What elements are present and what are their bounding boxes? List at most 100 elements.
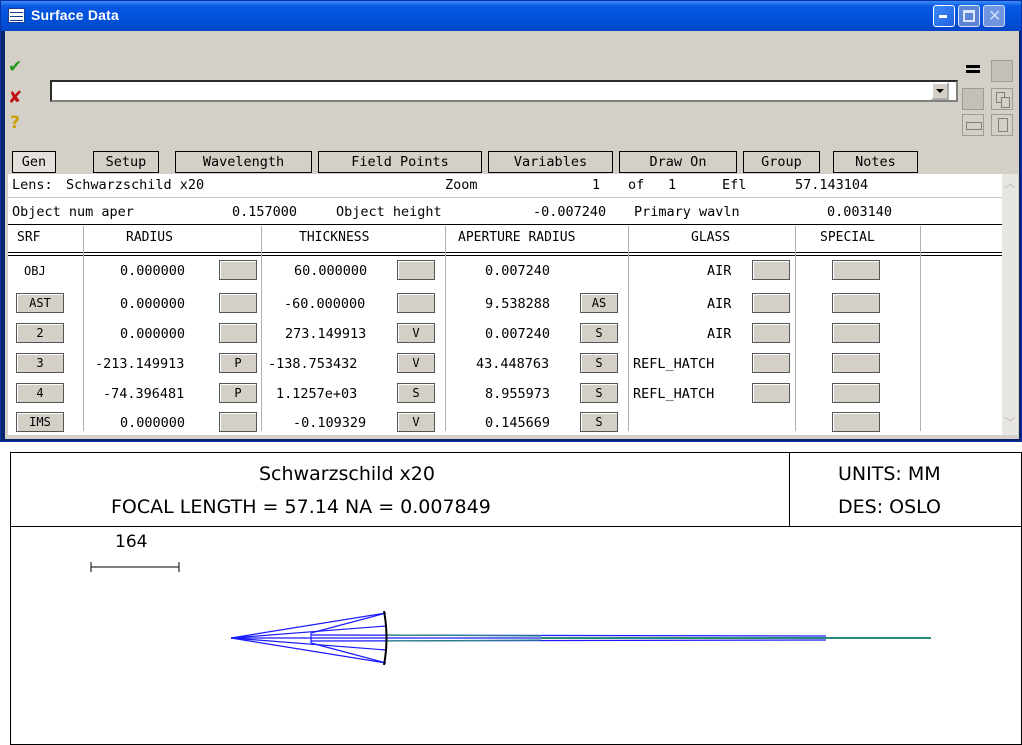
glass-options-button[interactable] bbox=[752, 260, 790, 280]
copy-button[interactable] bbox=[991, 88, 1013, 110]
glass-cell[interactable]: AIR bbox=[707, 325, 731, 343]
thickness-cell[interactable]: -60.000000 bbox=[284, 295, 365, 313]
radius-cell[interactable]: 0.000000 bbox=[120, 414, 185, 432]
thickness-solve-button[interactable]: V bbox=[397, 323, 435, 343]
thickness-solve-button[interactable]: V bbox=[397, 353, 435, 373]
aperture-cell[interactable]: 43.448763 bbox=[476, 355, 549, 373]
tab-setup[interactable]: Setup bbox=[93, 151, 159, 173]
drawing-title: Schwarzschild x20 bbox=[259, 463, 435, 485]
insert-line-button[interactable] bbox=[962, 60, 984, 82]
tab-variables[interactable]: Variables bbox=[488, 151, 613, 173]
zoom-value[interactable]: 1 bbox=[592, 176, 600, 194]
thickness-cell[interactable]: 1.1257e+03 bbox=[276, 385, 357, 403]
radius-cell[interactable]: -74.396481 bbox=[103, 385, 184, 403]
aperture-cell[interactable]: 0.145669 bbox=[485, 414, 550, 432]
obj-na-value[interactable]: 0.157000 bbox=[232, 203, 297, 221]
aperture-cell[interactable]: 9.538288 bbox=[485, 295, 550, 313]
obj-height-value[interactable]: -0.007240 bbox=[533, 203, 606, 221]
radius-solve-button[interactable] bbox=[219, 323, 257, 343]
tab-gen[interactable]: Gen bbox=[12, 151, 56, 173]
thickness-cell[interactable]: 60.000000 bbox=[294, 262, 367, 280]
drawing-designer: DES: OSLO bbox=[838, 496, 942, 518]
scroll-down-icon[interactable]: ﹀ bbox=[1002, 415, 1018, 431]
thickness-solve-button[interactable]: S bbox=[397, 383, 435, 403]
maximize-button[interactable] bbox=[958, 5, 980, 27]
srf-button-3[interactable]: 3 bbox=[16, 353, 64, 373]
col-sep bbox=[920, 226, 921, 431]
aperture-solve-button[interactable]: S bbox=[580, 353, 618, 373]
radius-solve-button[interactable] bbox=[219, 260, 257, 280]
tab-notes[interactable]: Notes bbox=[833, 151, 918, 173]
srf-button-ast[interactable]: AST bbox=[16, 293, 64, 313]
tab-draw-on[interactable]: Draw On bbox=[619, 151, 737, 173]
special-button[interactable] bbox=[832, 412, 880, 432]
radius-solve-button[interactable]: P bbox=[219, 353, 257, 373]
glass-options-button[interactable] bbox=[752, 353, 790, 373]
tab-field-points[interactable]: Field Points bbox=[318, 151, 482, 173]
aperture-solve-button[interactable]: S bbox=[580, 412, 618, 432]
tool-button-1[interactable] bbox=[991, 60, 1013, 82]
aperture-cell[interactable]: 0.007240 bbox=[485, 262, 550, 280]
srf-button-4[interactable]: 4 bbox=[16, 383, 64, 403]
radius-solve-button[interactable] bbox=[219, 412, 257, 432]
efl-label: Efl bbox=[722, 177, 747, 193]
aperture-solve-button[interactable]: AS bbox=[580, 293, 618, 313]
paste-button[interactable] bbox=[991, 114, 1013, 136]
glass-cell[interactable]: AIR bbox=[707, 262, 731, 280]
aperture-cell[interactable]: 0.007240 bbox=[485, 325, 550, 343]
close-button[interactable]: ✕ bbox=[983, 5, 1005, 27]
thickness-cell[interactable]: -0.109329 bbox=[293, 414, 366, 432]
thickness-solve-button[interactable]: V bbox=[397, 412, 435, 432]
srf-label-obj: OBJ bbox=[24, 264, 46, 278]
aperture-solve-button[interactable]: S bbox=[580, 383, 618, 403]
radius-cell[interactable]: 0.000000 bbox=[120, 295, 185, 313]
col-aperture: APERTURE RADIUS bbox=[458, 230, 576, 245]
special-button[interactable] bbox=[832, 323, 880, 343]
glass-options-button[interactable] bbox=[752, 293, 790, 313]
radius-cell[interactable]: -213.149913 bbox=[95, 355, 184, 373]
col-thickness: THICKNESS bbox=[299, 230, 370, 245]
ray-trace-drawing bbox=[90, 562, 931, 666]
thickness-cell[interactable]: 273.149913 bbox=[285, 325, 366, 343]
help-icon[interactable]: ? bbox=[10, 113, 20, 133]
prim-wavln-value: 0.003140 bbox=[827, 204, 893, 220]
tab-wavelength[interactable]: Wavelength bbox=[175, 151, 312, 173]
thickness-solve-button[interactable] bbox=[397, 260, 435, 280]
special-button[interactable] bbox=[832, 260, 880, 280]
glass-cell[interactable]: AIR bbox=[707, 295, 731, 313]
aperture-cell[interactable]: 8.955973 bbox=[485, 385, 550, 403]
glass-options-button[interactable] bbox=[752, 383, 790, 403]
vertical-scrollbar[interactable]: ︿ ﹀ bbox=[1002, 174, 1018, 435]
keyboard-button[interactable] bbox=[962, 114, 984, 136]
srf-button-2[interactable]: 2 bbox=[16, 323, 64, 343]
thickness-cell[interactable]: -138.753432 bbox=[268, 355, 357, 373]
cancel-icon[interactable]: ✘ bbox=[8, 88, 22, 108]
special-button[interactable] bbox=[832, 353, 880, 373]
tool-button-2[interactable] bbox=[962, 88, 984, 110]
glass-cell[interactable]: REFL_HATCH bbox=[633, 355, 714, 373]
thickness-solve-button[interactable] bbox=[397, 293, 435, 313]
obj-height-label: Object height bbox=[336, 204, 442, 220]
special-button[interactable] bbox=[832, 293, 880, 313]
scroll-up-icon[interactable]: ︿ bbox=[1002, 176, 1018, 192]
info-divider-1 bbox=[8, 197, 1002, 198]
lens-name[interactable]: Schwarzschild x20 bbox=[66, 176, 204, 194]
radius-solve-button[interactable]: P bbox=[219, 383, 257, 403]
header-divider-bottom bbox=[8, 255, 1002, 256]
command-dropdown-button[interactable] bbox=[931, 82, 949, 100]
aperture-solve-button[interactable]: S bbox=[580, 323, 618, 343]
radius-cell[interactable]: 0.000000 bbox=[120, 262, 185, 280]
radius-cell[interactable]: 0.000000 bbox=[120, 325, 185, 343]
paste-icon bbox=[998, 118, 1008, 132]
command-input[interactable] bbox=[50, 80, 958, 102]
glass-cell[interactable]: REFL_HATCH bbox=[633, 385, 714, 403]
srf-button-ims[interactable]: IMS bbox=[16, 412, 64, 432]
tab-group[interactable]: Group bbox=[743, 151, 820, 173]
special-button[interactable] bbox=[832, 383, 880, 403]
radius-solve-button[interactable] bbox=[219, 293, 257, 313]
glass-options-button[interactable] bbox=[752, 323, 790, 343]
minimize-button[interactable] bbox=[933, 5, 955, 27]
col-sep bbox=[628, 226, 629, 431]
title-bar[interactable]: Surface Data ✕ bbox=[1, 1, 1021, 31]
accept-icon[interactable]: ✔ bbox=[8, 57, 22, 77]
